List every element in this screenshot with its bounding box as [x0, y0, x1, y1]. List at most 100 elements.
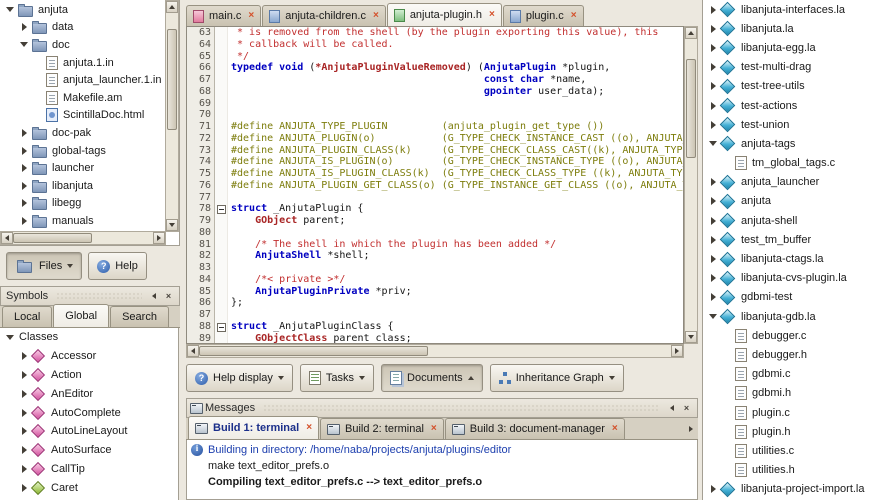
- code-line[interactable]: 70: [187, 109, 683, 121]
- scroll-right-button[interactable]: [153, 232, 165, 244]
- line-number[interactable]: 71: [187, 121, 215, 133]
- scroll-up-button[interactable]: [166, 1, 178, 13]
- inheritance-graph-button[interactable]: Inheritance Graph: [489, 364, 624, 392]
- symbols-tree-item[interactable]: AutoSurface: [0, 441, 178, 460]
- line-number[interactable]: 79: [187, 215, 215, 227]
- expander-closed-icon[interactable]: [18, 352, 30, 360]
- code-line[interactable]: 77: [187, 191, 683, 204]
- close-tab-icon[interactable]: ×: [371, 11, 379, 21]
- project-tree-item[interactable]: libanjuta-egg.la: [703, 38, 888, 57]
- close-tab-icon[interactable]: ×: [429, 424, 437, 434]
- close-tab-icon[interactable]: ×: [246, 11, 254, 21]
- code-line[interactable]: 83: [187, 262, 683, 274]
- line-number[interactable]: 77: [187, 191, 215, 204]
- expander-closed-icon[interactable]: [18, 147, 30, 155]
- project-tree-item[interactable]: plugin.h: [703, 422, 888, 441]
- symbols-tab-global[interactable]: Global: [53, 304, 110, 327]
- line-number[interactable]: 64: [187, 38, 215, 51]
- code-line[interactable]: 76 #define ANJUTA_PLUGIN_GET_CLASS(o) (G_…: [187, 179, 683, 192]
- symbols-tree-item[interactable]: Caret: [0, 478, 178, 497]
- file-tree-item[interactable]: anjuta.1.in: [0, 54, 166, 72]
- symbols-tree-item[interactable]: AutoLineLayout: [0, 422, 178, 441]
- symbols-tab-local[interactable]: Local: [2, 306, 53, 327]
- expander-closed-icon[interactable]: [18, 23, 30, 31]
- expander-closed-icon[interactable]: [18, 427, 30, 435]
- expander-open-icon[interactable]: [18, 42, 30, 47]
- messages-tab[interactable]: Build 3: document-manager ×: [444, 418, 625, 439]
- project-tree-item[interactable]: plugin.c: [703, 403, 888, 422]
- line-number[interactable]: 70: [187, 109, 215, 121]
- fold-collapse-icon[interactable]: [215, 203, 228, 215]
- project-tree-item[interactable]: anjuta: [703, 192, 888, 211]
- project-tree-item[interactable]: test-tree-utils: [703, 77, 888, 96]
- close-tab-icon[interactable]: ×: [610, 424, 618, 434]
- expander-closed-icon[interactable]: [18, 129, 30, 137]
- line-number[interactable]: 82: [187, 250, 215, 262]
- code-line[interactable]: 86};: [187, 297, 683, 309]
- line-number[interactable]: 66: [187, 62, 215, 74]
- project-tree-item[interactable]: test-multi-drag: [703, 58, 888, 77]
- file-tree-item[interactable]: ScintillaDoc.html: [0, 107, 166, 125]
- project-tree-item[interactable]: utilities.h: [703, 461, 888, 480]
- scroll-track[interactable]: [13, 232, 153, 244]
- editor-vscrollbar[interactable]: [684, 26, 698, 344]
- scroll-track[interactable]: [199, 345, 671, 357]
- project-tree-item[interactable]: test-actions: [703, 96, 888, 115]
- symbols-tree-item[interactable]: AutoComplete: [0, 403, 178, 422]
- scroll-thumb[interactable]: [686, 59, 696, 158]
- expander-closed-icon[interactable]: [18, 199, 30, 207]
- expander-closed-icon[interactable]: [707, 197, 719, 205]
- project-tree-item[interactable]: debugger.h: [703, 345, 888, 364]
- scroll-track[interactable]: [166, 13, 178, 219]
- file-tree-item[interactable]: global-tags: [0, 142, 166, 160]
- expander-closed-icon[interactable]: [707, 485, 719, 493]
- line-number[interactable]: 88: [187, 320, 215, 333]
- line-number[interactable]: 63: [187, 27, 215, 39]
- code-line[interactable]: 66 typedef void (*AnjutaPluginValueRemove…: [187, 62, 683, 74]
- expander-closed-icon[interactable]: [707, 236, 719, 244]
- project-tree-item[interactable]: anjuta_launcher: [703, 173, 888, 192]
- project-tree-item[interactable]: libanjuta.la: [703, 19, 888, 38]
- code-line[interactable]: 64 * callback will be called.: [187, 38, 683, 51]
- scroll-down-button[interactable]: [166, 219, 178, 231]
- code-line[interactable]: 69: [187, 97, 683, 110]
- file-tree-item[interactable]: doc: [0, 36, 166, 54]
- file-tree-item[interactable]: launcher: [0, 159, 166, 177]
- scroll-thumb[interactable]: [13, 233, 92, 243]
- message-line[interactable]: Building in directory: /home/naba/projec…: [187, 442, 697, 458]
- file-tree-item[interactable]: Makefile.am: [0, 89, 166, 107]
- code-line[interactable]: 63 * is removed from the shell (by the p…: [187, 27, 683, 39]
- scroll-track[interactable]: [685, 39, 697, 331]
- file-tree-hscrollbar[interactable]: [0, 231, 166, 245]
- expander-closed-icon[interactable]: [707, 102, 719, 110]
- line-number[interactable]: 83: [187, 262, 215, 274]
- tab-scroll-right-button[interactable]: [683, 421, 698, 436]
- file-tree-item[interactable]: manuals: [0, 212, 166, 230]
- scroll-thumb[interactable]: [199, 346, 428, 356]
- line-number[interactable]: 84: [187, 273, 215, 286]
- line-number[interactable]: 87: [187, 309, 215, 321]
- scroll-right-button[interactable]: [671, 345, 683, 357]
- project-tree-item[interactable]: gdbmi.h: [703, 384, 888, 403]
- expander-closed-icon[interactable]: [18, 390, 30, 398]
- expander-open-icon[interactable]: [707, 141, 719, 146]
- tasks-button[interactable]: Tasks: [299, 364, 375, 392]
- line-number[interactable]: 85: [187, 285, 215, 298]
- line-number[interactable]: 74: [187, 156, 215, 168]
- code-line[interactable]: 73 #define ANJUTA_PLUGIN_CLASS(k) (G_TYPE…: [187, 144, 683, 157]
- messages-tab[interactable]: Build 1: terminal ×: [188, 416, 320, 439]
- dock-close-button[interactable]: ×: [161, 289, 176, 304]
- documents-button[interactable]: Documents: [381, 364, 483, 392]
- line-number[interactable]: 75: [187, 168, 215, 180]
- project-tree-item[interactable]: utilities.c: [703, 441, 888, 460]
- file-tree-item[interactable]: anjuta_launcher.1.in: [0, 71, 166, 89]
- editor-tab[interactable]: plugin.c ×: [502, 5, 584, 26]
- project-tree-item[interactable]: debugger.c: [703, 326, 888, 345]
- help-dock-button[interactable]: Help: [88, 252, 147, 280]
- file-tree-item[interactable]: data: [0, 19, 166, 37]
- line-number[interactable]: 67: [187, 74, 215, 86]
- project-tree-item[interactable]: tm_global_tags.c: [703, 154, 888, 173]
- dock-iconify-button[interactable]: [146, 289, 161, 304]
- line-number[interactable]: 73: [187, 144, 215, 157]
- symbols-tree-item[interactable]: Action: [0, 366, 178, 385]
